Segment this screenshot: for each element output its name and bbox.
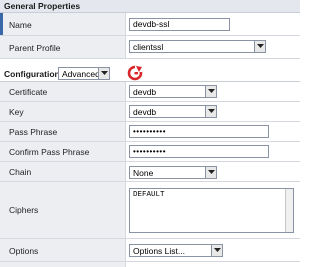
certificate-select[interactable]: devdb	[129, 85, 217, 98]
pass-phrase-row: Pass Phrase ••••••••••	[0, 122, 300, 142]
pass-phrase-label: Pass Phrase	[9, 127, 58, 137]
options-row: Options Options List...	[0, 239, 300, 262]
chevron-down-icon[interactable]	[205, 167, 216, 178]
confirm-pass-phrase-label: Confirm Pass Phrase	[9, 147, 90, 157]
ciphers-textarea[interactable]: DEFAULT	[129, 188, 294, 233]
reload-icon[interactable]	[127, 65, 143, 81]
ciphers-value: DEFAULT	[133, 191, 165, 199]
certificate-row: Certificate devdb	[0, 82, 300, 102]
configuration-label: Configuration:	[4, 69, 63, 79]
options-select[interactable]: Options List...	[129, 244, 223, 257]
chevron-down-icon[interactable]	[211, 245, 222, 256]
pass-phrase-input[interactable]: ••••••••••	[129, 125, 269, 138]
name-row: Name devdb-ssl	[0, 13, 300, 36]
next-row-partial	[0, 262, 300, 267]
configuration-mode-select[interactable]: Advanced	[58, 67, 110, 80]
confirm-pass-phrase-input[interactable]: ••••••••••	[129, 145, 269, 158]
chevron-down-icon[interactable]	[205, 86, 216, 97]
required-accent	[0, 13, 3, 35]
chevron-down-icon[interactable]	[254, 41, 265, 52]
key-row: Key devdb	[0, 102, 300, 122]
ciphers-row: Ciphers DEFAULT	[0, 182, 300, 239]
parent-profile-row: Parent Profile clientssl	[0, 36, 300, 59]
chevron-down-icon[interactable]	[205, 106, 216, 117]
chain-select[interactable]: None	[129, 166, 217, 179]
general-properties-title: General Properties	[4, 1, 81, 11]
parent-profile-label: Parent Profile	[9, 43, 61, 53]
chain-row: Chain None	[0, 162, 300, 182]
certificate-label: Certificate	[9, 87, 48, 97]
key-label: Key	[9, 107, 24, 117]
configuration-bar: Configuration: Advanced	[0, 65, 300, 82]
chain-label: Chain	[9, 167, 32, 177]
name-label: Name	[9, 20, 32, 30]
ciphers-label: Ciphers	[9, 205, 39, 215]
textarea-scrollbar[interactable]	[285, 189, 293, 232]
confirm-pass-phrase-row: Confirm Pass Phrase ••••••••••	[0, 142, 300, 162]
profile-properties-panel: General Properties Name devdb-ssl Parent…	[0, 0, 300, 267]
general-properties-header: General Properties	[0, 0, 300, 13]
key-select[interactable]: devdb	[129, 105, 217, 118]
name-input[interactable]: devdb-ssl	[129, 18, 230, 31]
options-label: Options	[9, 246, 39, 256]
parent-profile-select[interactable]: clientssl	[129, 40, 266, 53]
chevron-down-icon[interactable]	[98, 68, 109, 79]
